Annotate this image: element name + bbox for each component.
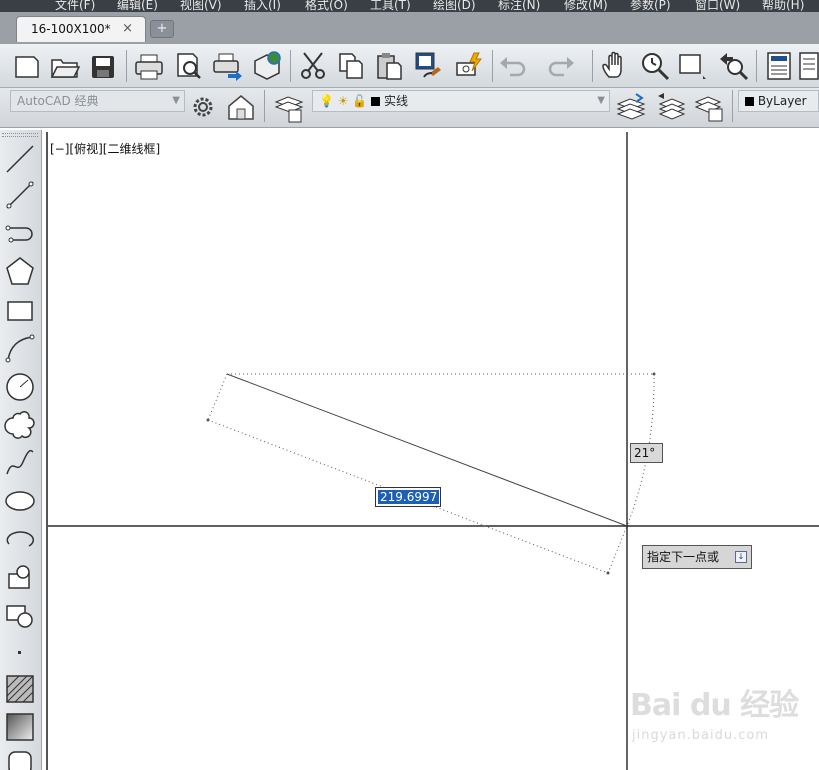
save-icon[interactable] <box>86 49 120 83</box>
dynamic-angle-tooltip[interactable]: 21° <box>630 443 663 463</box>
menu-item[interactable]: 参数(P) <box>630 0 671 12</box>
menu-bar: 文件(F) 编辑(E) 视图(V) 插入(I) 格式(O) 工具(T) 绘图(D) 标注(N)… <box>0 0 819 12</box>
arc-icon[interactable] <box>3 332 37 366</box>
viewport-controls-label[interactable]: [−][俯视][二维线框] <box>50 140 160 157</box>
document-tab-bar: 16-100X100* × + <box>0 12 819 44</box>
print-icon[interactable] <box>132 49 166 83</box>
drawing-canvas[interactable] <box>46 132 819 770</box>
sun-icon: ☀ <box>337 94 349 108</box>
make-block-icon[interactable] <box>3 598 37 632</box>
layer-previous-icon[interactable] <box>654 90 688 124</box>
workspace-dropdown-value: AutoCAD 经典 <box>17 94 99 108</box>
dynamic-length-input[interactable]: 219.6997 <box>375 487 441 507</box>
3d-publish-icon[interactable] <box>250 49 284 83</box>
color-swatch-icon <box>745 97 754 106</box>
properties-icon[interactable] <box>762 49 796 83</box>
layer-states-icon[interactable] <box>692 90 726 124</box>
menu-item[interactable]: 视图(V) <box>180 0 222 12</box>
point-icon[interactable] <box>3 636 37 670</box>
rectangle-icon[interactable] <box>3 294 37 328</box>
watermark-url: jingyan.baidu.com <box>632 728 769 743</box>
document-tab-title: 16-100X100* <box>31 22 111 36</box>
zoom-window-icon[interactable] <box>676 49 710 83</box>
match-properties-icon[interactable] <box>410 49 444 83</box>
draw-toolbar <box>0 130 42 770</box>
circle-icon[interactable] <box>3 370 37 404</box>
workspace-dropdown[interactable]: AutoCAD 经典 ▼ <box>10 90 185 112</box>
menu-item[interactable]: 插入(I) <box>244 0 281 12</box>
block-editor-icon[interactable] <box>452 49 486 83</box>
lightbulb-icon: 💡 <box>319 94 334 108</box>
layer-dropdown-value: 实线 <box>383 94 408 108</box>
watermark-brand: Bai du 经验 <box>630 688 799 723</box>
line-icon[interactable] <box>3 142 37 176</box>
pan-icon[interactable] <box>598 49 632 83</box>
menu-item[interactable]: 修改(M) <box>564 0 608 12</box>
command-prompt-text: 指定下一点或 <box>647 550 720 564</box>
toolbar-grip[interactable] <box>2 133 38 137</box>
zoom-realtime-icon[interactable] <box>638 49 672 83</box>
workspace-layers-toolbar: AutoCAD 经典 ▼ 💡 ☀ 🔓 实线 ▼ ByLayer <box>0 88 819 128</box>
menu-item[interactable]: 绘图(D) <box>433 0 476 12</box>
undo-icon[interactable] <box>496 49 530 83</box>
layer-dropdown[interactable]: 💡 ☀ 🔓 实线 ▼ <box>312 90 610 112</box>
workspace-switch-icon[interactable] <box>224 90 258 124</box>
polyline-icon[interactable] <box>3 216 37 250</box>
polygon-icon[interactable] <box>3 254 37 288</box>
color-dropdown-value: ByLayer <box>757 94 807 108</box>
new-tab-button[interactable]: + <box>150 20 174 38</box>
chevron-down-icon: ▼ <box>172 95 180 106</box>
make-current-layer-icon[interactable] <box>614 90 648 124</box>
dynamic-length-value: 219.6997 <box>378 490 440 504</box>
menu-item[interactable]: 编辑(E) <box>117 0 158 12</box>
open-file-icon[interactable] <box>48 49 82 83</box>
print-preview-icon[interactable] <box>172 49 206 83</box>
color-dropdown[interactable]: ByLayer <box>738 90 819 112</box>
design-center-icon[interactable] <box>798 49 819 83</box>
command-prompt-tooltip[interactable]: 指定下一点或 ↓ <box>642 545 752 569</box>
document-tab[interactable]: 16-100X100* × <box>16 16 146 42</box>
layer-properties-icon[interactable] <box>272 90 306 124</box>
color-swatch-icon <box>371 97 381 106</box>
menu-item[interactable]: 工具(T) <box>370 0 411 12</box>
chevron-down-icon: ▼ <box>597 95 605 106</box>
menu-item[interactable]: 文件(F) <box>55 0 95 12</box>
construction-line-icon[interactable] <box>3 178 37 212</box>
publish-icon[interactable] <box>210 49 244 83</box>
workspace-settings-icon[interactable] <box>186 90 220 124</box>
ellipse-arc-icon[interactable] <box>3 522 37 556</box>
ellipse-icon[interactable] <box>3 484 37 518</box>
redo-icon[interactable] <box>544 49 578 83</box>
new-file-icon[interactable] <box>10 49 44 83</box>
revision-cloud-icon[interactable] <box>3 408 37 442</box>
standard-toolbar <box>0 44 819 88</box>
spline-icon[interactable] <box>3 446 37 480</box>
down-arrow-icon[interactable]: ↓ <box>735 551 747 563</box>
close-tab-icon[interactable]: × <box>122 21 133 36</box>
hatch-icon[interactable] <box>3 672 37 706</box>
copy-icon[interactable] <box>334 49 368 83</box>
menu-item[interactable]: 帮助(H) <box>762 0 804 12</box>
paste-icon[interactable] <box>372 49 406 83</box>
cut-icon[interactable] <box>296 49 330 83</box>
insert-block-icon[interactable] <box>3 560 37 594</box>
lock-icon: 🔓 <box>352 94 368 108</box>
menu-item[interactable]: 格式(O) <box>305 0 348 12</box>
menu-item[interactable]: 标注(N) <box>498 0 540 12</box>
zoom-previous-icon[interactable] <box>716 49 750 83</box>
gradient-icon[interactable] <box>3 710 37 744</box>
baidu-jingyan-watermark: Bai du 经验 jingyan.baidu.com <box>630 680 815 750</box>
region-icon[interactable] <box>3 746 37 770</box>
menu-item[interactable]: 窗口(W) <box>695 0 740 12</box>
